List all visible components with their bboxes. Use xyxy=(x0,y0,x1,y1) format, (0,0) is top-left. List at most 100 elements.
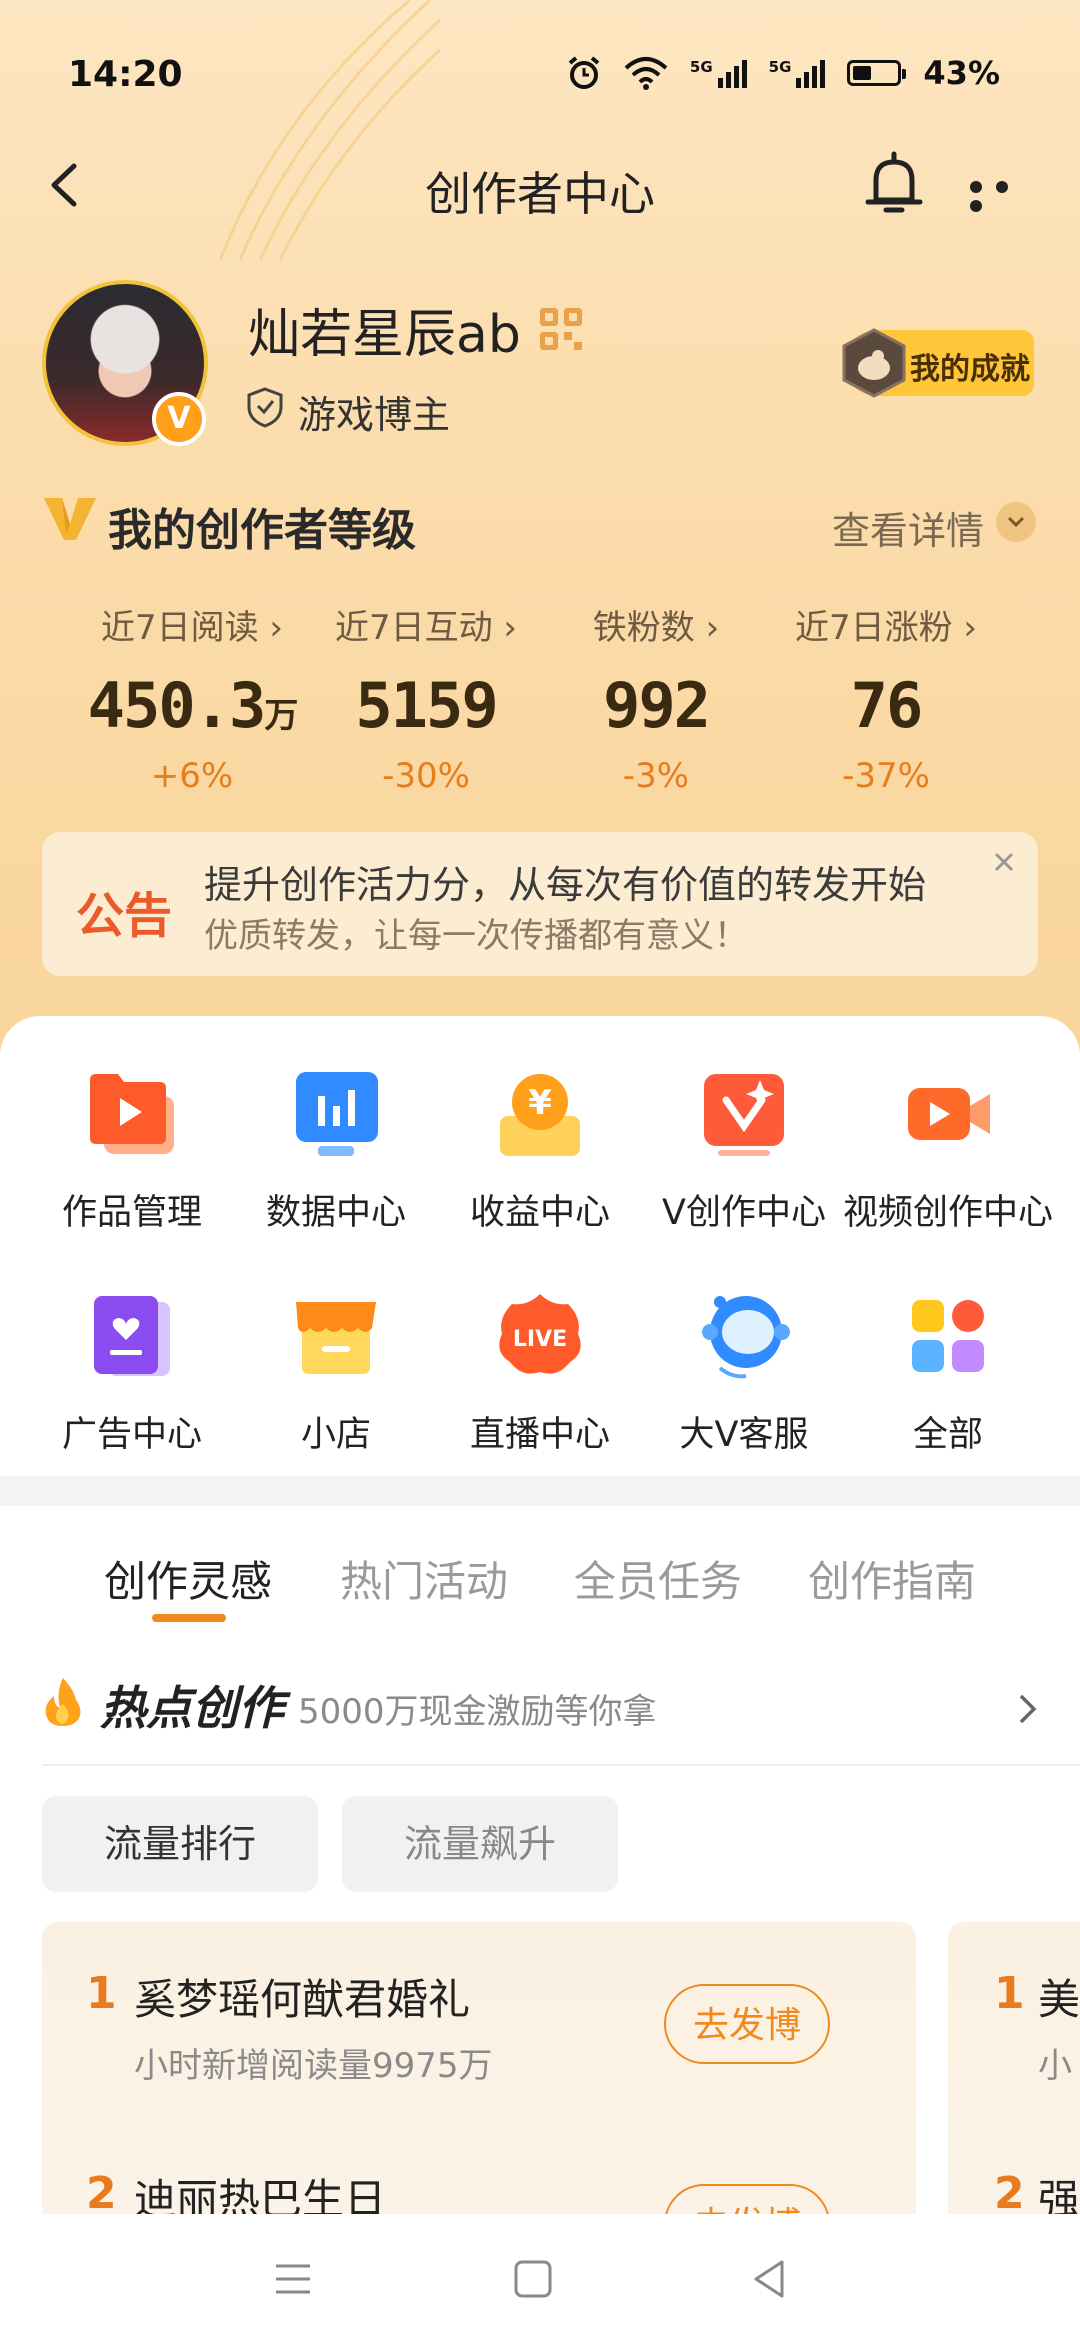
tab-hot-events[interactable]: 热门活动 xyxy=(340,1548,508,1609)
chip-traffic-ranking[interactable]: 流量排行 xyxy=(42,1796,318,1892)
stat-value: 992 xyxy=(603,669,711,742)
creator-role: 游戏博主 xyxy=(298,393,451,437)
works-icon xyxy=(90,1074,174,1154)
status-icons: 5G 5G 43% xyxy=(566,54,1000,92)
achievement-medal-icon xyxy=(842,328,906,398)
page-header: 创作者中心 xyxy=(0,140,1080,230)
menu-label: 小店 xyxy=(300,1415,371,1455)
tab-all-tasks[interactable]: 全员任务 xyxy=(574,1548,742,1609)
stat-interactions[interactable]: 近7日互动 › 5159 -30% xyxy=(306,600,546,796)
announcement-subtitle: 优质转发，让每一次传播都有意义！ xyxy=(204,916,748,956)
stat-delta: -37% xyxy=(842,756,930,796)
rank-number: 1 xyxy=(994,1968,1025,2019)
shield-icon xyxy=(247,387,283,428)
menu-label: 直播中心 xyxy=(469,1415,610,1455)
v-create-icon xyxy=(704,1074,784,1156)
rank-subtitle: 小 xyxy=(1038,2046,1072,2086)
chevron-right-icon[interactable] xyxy=(1016,1692,1040,1726)
svg-text:¥: ¥ xyxy=(528,1083,552,1123)
menu-label: 数据中心 xyxy=(265,1193,406,1233)
stat-value: 5159 xyxy=(355,669,498,742)
home-icon[interactable] xyxy=(508,2254,558,2304)
stat-reads[interactable]: 近7日阅读 › 450.3万 +6% xyxy=(72,600,312,796)
menu-label: 广告中心 xyxy=(61,1415,202,1455)
menu-item-shop[interactable]: 小店 xyxy=(228,1288,444,1457)
stat-label: 近7日涨粉 xyxy=(794,608,953,648)
close-icon[interactable] xyxy=(986,844,1022,880)
chevron-right-icon: › xyxy=(705,608,720,648)
menu-item-works[interactable]: 作品管理 xyxy=(24,1066,240,1235)
level-v-icon xyxy=(44,498,96,540)
active-tab-indicator xyxy=(152,1614,226,1622)
live-icon: LIVE xyxy=(499,1294,581,1374)
wifi-icon xyxy=(624,57,668,90)
post-button[interactable]: 去发博 xyxy=(664,1984,830,2064)
menu-label: V创作中心 xyxy=(662,1193,826,1233)
stat-iron-fans[interactable]: 铁粉数 › 992 -3% xyxy=(536,600,776,796)
battery-percent: 43% xyxy=(923,54,1000,92)
ranking-card-peek: 1 美 小 2 强 xyxy=(948,1922,1080,2252)
signal-icon-1: 5G xyxy=(690,58,747,88)
menu-label: 大V客服 xyxy=(679,1415,809,1455)
hot-creation-subtitle: 5000万现金激励等你拿 xyxy=(298,1692,657,1732)
announcement-tag: 公告 xyxy=(76,888,173,944)
menu-label: 作品管理 xyxy=(61,1193,202,1233)
achievement-button[interactable]: 我的成就 xyxy=(842,328,1034,398)
rank-title[interactable]: 奚梦瑶何猷君婚礼 xyxy=(134,1966,470,2027)
svg-text:LIVE: LIVE xyxy=(513,1327,567,1352)
menu-item-video[interactable]: 视频创作中心 xyxy=(840,1066,1056,1235)
status-time: 14:20 xyxy=(68,54,183,95)
stat-value: 76 xyxy=(850,669,924,742)
menu-label: 全部 xyxy=(912,1415,983,1455)
rank-number: 1 xyxy=(86,1968,117,2019)
tools-grid: 作品管理 数据中心 ¥ 收益中心 V创作中心 视频创作中心 广告中心 小店 LI… xyxy=(0,1016,1080,1476)
ad-icon xyxy=(94,1296,170,1376)
stat-new-fans[interactable]: 近7日涨粉 › 76 -37% xyxy=(766,600,1006,796)
chip-traffic-rising[interactable]: 流量飙升 xyxy=(342,1796,618,1892)
ranking-card: 1 奚梦瑶何猷君婚礼 小时新增阅读量9975万 去发博 2 迪丽热巴生日 去发博 xyxy=(42,1922,916,2252)
all-icon xyxy=(912,1300,984,1372)
alarm-icon xyxy=(568,56,600,89)
stat-value: 450.3 xyxy=(87,669,267,742)
flame-icon xyxy=(45,1678,81,1726)
system-nav-bar xyxy=(0,2214,1080,2344)
announcement-banner[interactable]: 公告 提升创作活力分，从每次有价值的转发开始 优质转发，让每一次传播都有意义！ xyxy=(42,832,1038,976)
menu-item-v-create[interactable]: V创作中心 xyxy=(636,1066,852,1235)
level-detail-link[interactable]: 查看详情 xyxy=(832,500,984,555)
menu-item-all[interactable]: 全部 xyxy=(840,1288,1056,1457)
username: 灿若星辰ab xyxy=(248,305,521,365)
tab-creation-guide[interactable]: 创作指南 xyxy=(808,1548,976,1609)
stat-delta: -30% xyxy=(382,756,470,796)
menu-icon[interactable] xyxy=(268,2254,318,2304)
menu-item-income[interactable]: ¥ 收益中心 xyxy=(432,1066,648,1235)
menu-item-support[interactable]: 大V客服 xyxy=(636,1288,852,1457)
menu-label: 视频创作中心 xyxy=(842,1193,1053,1233)
rank-title[interactable]: 美 xyxy=(1038,1966,1080,2027)
rank-number: 2 xyxy=(994,2168,1025,2219)
announcement-title: 提升创作活力分，从每次有价值的转发开始 xyxy=(204,863,927,907)
rank-number: 2 xyxy=(86,2168,117,2219)
tab-creation-inspiration[interactable]: 创作灵感 xyxy=(104,1548,272,1609)
chevron-right-icon: › xyxy=(269,608,284,648)
video-icon xyxy=(908,1088,990,1140)
signal-icon-2: 5G xyxy=(769,58,826,88)
stat-delta: +6% xyxy=(150,756,234,796)
status-bar: 14:20 5G 5G 43% xyxy=(0,40,1080,110)
creator-level-title: 我的创作者等级 xyxy=(108,505,416,556)
verified-badge: V xyxy=(152,392,206,446)
hot-creation-title: 热点创作 xyxy=(100,1681,284,1735)
bell-icon[interactable] xyxy=(862,150,926,220)
stat-delta: -3% xyxy=(622,756,690,796)
stat-unit: 万 xyxy=(264,696,298,736)
qr-code-icon[interactable] xyxy=(538,306,584,352)
back-triangle-icon[interactable] xyxy=(746,2254,796,2304)
stat-label: 近7日互动 xyxy=(334,608,493,648)
menu-item-data[interactable]: 数据中心 xyxy=(228,1066,444,1235)
more-icon[interactable] xyxy=(970,178,1042,212)
chevron-right-icon: › xyxy=(963,608,978,648)
menu-item-ad[interactable]: 广告中心 xyxy=(24,1288,240,1457)
menu-item-live[interactable]: LIVE 直播中心 xyxy=(432,1288,648,1457)
support-icon xyxy=(702,1296,790,1379)
stat-label: 近7日阅读 xyxy=(100,608,259,648)
chevron-down-icon[interactable] xyxy=(996,502,1036,542)
